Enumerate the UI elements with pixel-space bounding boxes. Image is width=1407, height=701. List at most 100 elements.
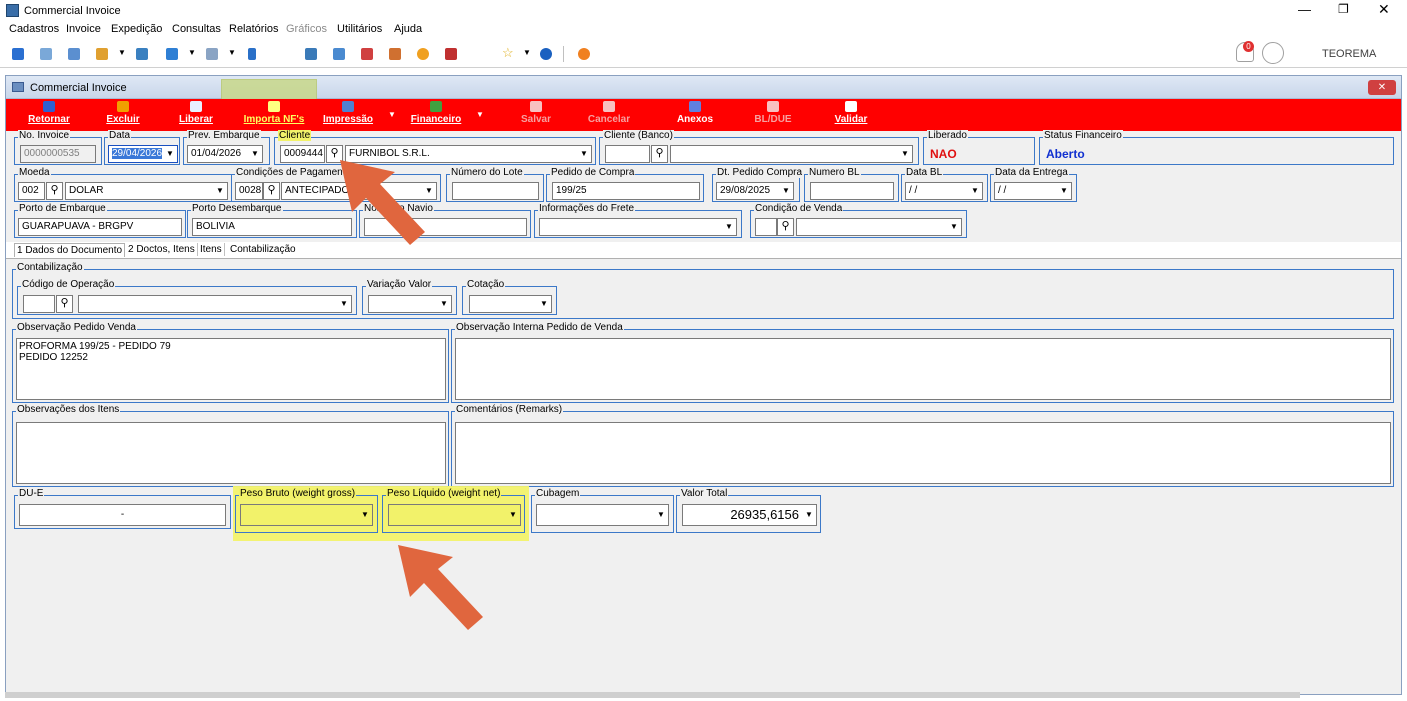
chevron-down-icon[interactable]: ▼ bbox=[388, 110, 396, 119]
chevron-down-icon[interactable]: ▼ bbox=[1057, 183, 1071, 199]
valor-total-select[interactable]: 26935,6156 ▼ bbox=[682, 504, 817, 526]
data-entrega-date-picker[interactable]: / / ▼ bbox=[994, 182, 1072, 200]
minimize-icon[interactable]: — bbox=[1298, 2, 1311, 17]
cliente-banco-code-field[interactable] bbox=[605, 145, 650, 163]
cond-pagamento-code-field[interactable]: 0028 bbox=[235, 182, 263, 200]
chevron-down-icon[interactable]: ▼ bbox=[476, 110, 484, 119]
chevron-down-icon[interactable]: ▼ bbox=[654, 505, 668, 521]
cancelar-button[interactable]: Cancelar bbox=[584, 101, 634, 125]
codigo-operacao-code-field[interactable] bbox=[23, 295, 55, 313]
new-doc-icon[interactable] bbox=[12, 48, 24, 60]
numero-lote-field[interactable] bbox=[452, 182, 539, 200]
chevron-down-icon[interactable]: ▼ bbox=[722, 219, 736, 235]
chevron-down-icon[interactable]: ▼ bbox=[779, 183, 793, 199]
numero-bl-field[interactable] bbox=[810, 182, 894, 200]
clock-icon[interactable] bbox=[417, 48, 429, 60]
cotacao-select[interactable]: ▼ bbox=[469, 295, 552, 313]
chevron-down-icon[interactable]: ▼ bbox=[898, 146, 912, 162]
search-icon[interactable]: ⚲ bbox=[263, 182, 280, 200]
power-icon[interactable] bbox=[578, 48, 590, 60]
salvar-button[interactable]: Salvar bbox=[511, 101, 561, 125]
chevron-down-icon[interactable]: ▼ bbox=[947, 219, 961, 235]
tab-contabilizacao[interactable]: Contabilização bbox=[228, 243, 298, 256]
search-icon[interactable]: ⚲ bbox=[46, 182, 63, 200]
star-icon[interactable]: ☆ bbox=[502, 45, 514, 61]
search-icon[interactable]: ⚲ bbox=[56, 295, 73, 313]
close-icon[interactable]: ✕ bbox=[1378, 1, 1390, 18]
menu-utilitarios[interactable]: Utilitários bbox=[337, 23, 382, 35]
cliente-code-field[interactable]: 0009444 bbox=[280, 145, 325, 163]
chevron-down-icon[interactable]: ▼ bbox=[188, 48, 196, 57]
porto-embarque-field[interactable]: GUARAPUAVA - BRGPV bbox=[18, 218, 182, 236]
data-bl-date-picker[interactable]: / / ▼ bbox=[905, 182, 983, 200]
codigo-operacao-select[interactable]: ▼ bbox=[78, 295, 352, 313]
search-icon[interactable]: ⚲ bbox=[777, 218, 794, 236]
menu-cadastros[interactable]: Cadastros bbox=[9, 23, 59, 35]
calculator-icon[interactable] bbox=[305, 48, 317, 60]
anexos-button[interactable]: Anexos bbox=[670, 101, 720, 125]
menu-relatorios[interactable]: Relatórios bbox=[229, 23, 279, 35]
truck-icon[interactable] bbox=[96, 48, 108, 60]
menu-expedicao[interactable]: Expedição bbox=[111, 23, 162, 35]
porto-desembarque-field[interactable]: BOLIVIA bbox=[192, 218, 352, 236]
chevron-down-icon[interactable]: ▼ bbox=[118, 48, 126, 57]
variacao-valor-select[interactable]: ▼ bbox=[368, 295, 452, 313]
moeda-select[interactable]: DOLAR ▼ bbox=[65, 182, 228, 200]
chevron-down-icon[interactable]: ▼ bbox=[437, 296, 451, 312]
obs-pedido-venda-textarea[interactable]: PROFORMA 199/25 - PEDIDO 79 PEDIDO 12252 bbox=[16, 338, 446, 400]
impressao-button[interactable]: Impressão bbox=[318, 101, 378, 125]
horizontal-scrollbar[interactable] bbox=[5, 692, 1300, 698]
due-field[interactable]: - bbox=[19, 504, 226, 526]
maximize-icon[interactable]: ❐ bbox=[1338, 2, 1349, 16]
validar-button[interactable]: Validar bbox=[826, 101, 876, 125]
search-icon[interactable]: ⚲ bbox=[651, 145, 668, 163]
pedido-compra-field[interactable]: 199/25 bbox=[552, 182, 700, 200]
importa-nfs-button[interactable]: Importa NF's bbox=[239, 101, 309, 125]
excluir-button[interactable]: Excluir bbox=[103, 101, 143, 125]
print-icon[interactable] bbox=[206, 48, 218, 60]
cond-venda-code-field[interactable] bbox=[755, 218, 777, 236]
chevron-down-icon[interactable]: ▼ bbox=[213, 183, 227, 199]
financeiro-button[interactable]: Financeiro bbox=[406, 101, 466, 125]
cubagem-select[interactable]: ▼ bbox=[536, 504, 669, 526]
chevron-down-icon[interactable]: ▼ bbox=[537, 296, 551, 312]
table-icon[interactable] bbox=[68, 48, 80, 60]
info-frete-select[interactable]: ▼ bbox=[539, 218, 737, 236]
menu-consultas[interactable]: Consultas bbox=[172, 23, 221, 35]
ship-icon[interactable] bbox=[136, 48, 148, 60]
doc-icon[interactable] bbox=[248, 48, 256, 60]
chevron-down-icon[interactable]: ▼ bbox=[577, 146, 591, 162]
spreadsheet-icon[interactable] bbox=[333, 48, 345, 60]
card-icon[interactable] bbox=[166, 48, 178, 60]
moeda-code-field[interactable]: 002 bbox=[18, 182, 45, 200]
bl-due-button[interactable]: BL/DUE bbox=[748, 101, 798, 125]
chevron-down-icon[interactable]: ▼ bbox=[163, 146, 177, 162]
liberar-button[interactable]: Liberar bbox=[176, 101, 216, 125]
chevron-down-icon[interactable]: ▼ bbox=[248, 146, 262, 162]
menu-invoice[interactable]: Invoice bbox=[66, 23, 101, 35]
comentarios-textarea[interactable] bbox=[455, 422, 1391, 484]
tab-dados-documento[interactable]: 1 Dados do Documento bbox=[14, 243, 126, 257]
retornar-button[interactable]: Retornar bbox=[24, 101, 74, 125]
user-avatar-icon[interactable] bbox=[1262, 42, 1284, 64]
info-icon[interactable] bbox=[540, 48, 552, 60]
report-icon[interactable] bbox=[445, 48, 457, 60]
chevron-down-icon[interactable]: ▼ bbox=[358, 505, 372, 521]
menu-graficos[interactable]: Gráficos bbox=[286, 23, 327, 35]
dt-pedido-compra-date-picker[interactable]: 29/08/2025 ▼ bbox=[716, 182, 794, 200]
tab-itens[interactable]: Itens bbox=[198, 243, 225, 256]
chevron-down-icon[interactable]: ▼ bbox=[523, 48, 531, 57]
data-date-picker[interactable]: 29/04/2026 ▼ bbox=[108, 145, 178, 163]
chevron-down-icon[interactable]: ▼ bbox=[506, 505, 520, 521]
tab-doctos-itens[interactable]: 2 Doctos, Itens bbox=[126, 243, 198, 256]
form-close-button[interactable]: ✕ bbox=[1368, 80, 1396, 95]
chevron-down-icon[interactable]: ▼ bbox=[337, 296, 351, 312]
chevron-down-icon[interactable]: ▼ bbox=[802, 505, 816, 521]
cliente-banco-name-select[interactable]: ▼ bbox=[670, 145, 913, 163]
obs-itens-textarea[interactable] bbox=[16, 422, 446, 484]
obs-interna-textarea[interactable] bbox=[455, 338, 1391, 400]
peso-bruto-select[interactable]: ▼ bbox=[240, 504, 373, 526]
peso-liquido-select[interactable]: ▼ bbox=[388, 504, 521, 526]
cond-venda-select[interactable]: ▼ bbox=[796, 218, 962, 236]
menu-ajuda[interactable]: Ajuda bbox=[394, 23, 422, 35]
